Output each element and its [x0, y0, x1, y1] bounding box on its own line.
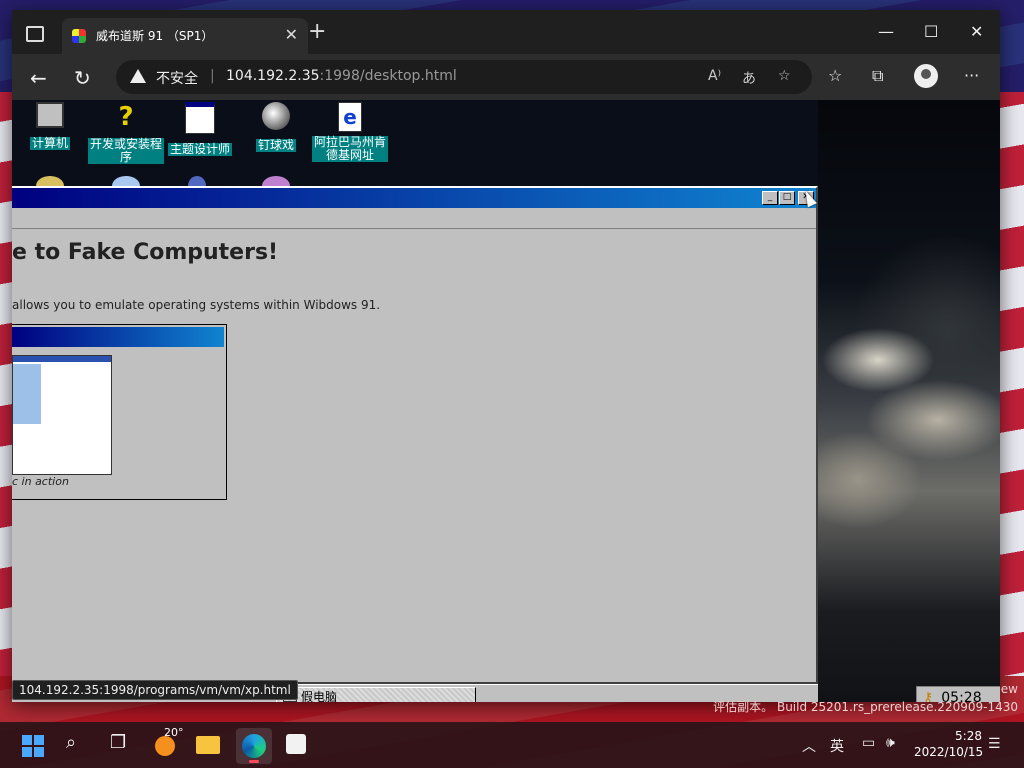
start-icon[interactable]: [22, 735, 44, 757]
chevron-up-icon[interactable]: ︿: [802, 736, 816, 756]
notification-icon[interactable]: ☰: [988, 736, 1001, 752]
close-tab-icon[interactable]: ✕: [285, 25, 298, 44]
read-aloud-icon[interactable]: A⁾: [708, 68, 721, 84]
desktop-icon-label: 钉球戏: [255, 138, 296, 152]
browser-window: 威布道斯 91 （SP1） ✕ + — ☐ ✕ ← ↻ 不安全 | 104.19…: [12, 10, 1000, 702]
evaluation-watermark: 评估副本。 Build 25201.rs_prerelease.220909-1…: [713, 700, 1018, 714]
refresh-icon[interactable]: ↻: [74, 66, 91, 90]
watermark-fragment: ew: [1000, 682, 1018, 696]
desktop-icon-label: 开发或安装程序: [88, 137, 164, 164]
system-clock[interactable]: 5:28 2022/10/15: [914, 728, 984, 760]
setup-icon: ?: [118, 102, 134, 132]
ie-icon: e: [338, 102, 362, 132]
weather-icon[interactable]: [155, 736, 175, 756]
security-label[interactable]: 不安全: [156, 68, 198, 88]
favorites-icon[interactable]: ☆: [828, 66, 842, 85]
url-host: 104.192.2.35: [226, 68, 320, 84]
profile-avatar[interactable]: [914, 64, 938, 88]
url-text[interactable]: 104.192.2.35:1998/desktop.html: [226, 68, 457, 84]
clock-date: 2022/10/15: [914, 745, 984, 759]
minimize-icon[interactable]: —: [878, 22, 894, 41]
link-status-url: 104.192.2.35:1998/programs/vm/vm/xp.html: [12, 680, 298, 700]
url-separator: |: [210, 68, 215, 84]
xp-screenshot-thumbnail: [12, 355, 112, 475]
computer-icon: [36, 102, 64, 128]
figure-caption: c in action: [12, 475, 69, 488]
address-bar[interactable]: 不安全 | 104.192.2.35:1998/desktop.html A⁾ …: [116, 60, 812, 94]
desktop-icon-pinball[interactable]: 钉球戏: [238, 100, 314, 153]
translate-icon[interactable]: あ: [742, 68, 756, 88]
fake-computers-window: _ □ ✕ e to Fake Computers! allows you to…: [12, 186, 818, 684]
desktop-icon-kfc-url[interactable]: e 阿拉巴马州肯德基网址: [312, 100, 388, 163]
desktop-icon-label: 主题设计师: [167, 142, 232, 156]
weather-temp: 20°: [164, 726, 184, 739]
taskbar-button-fake-computer[interactable]: 假电脑: [276, 687, 476, 702]
maximize-icon[interactable]: □: [779, 191, 795, 205]
page-heading: e to Fake Computers!: [12, 240, 279, 265]
theme-window-icon: [185, 102, 215, 134]
figure-titlebar: [12, 327, 224, 347]
description-text: allows you to emulate operating systems …: [12, 298, 381, 312]
back-icon[interactable]: ←: [30, 66, 47, 90]
network-icon[interactable]: ▭: [862, 735, 875, 751]
add-favorite-icon[interactable]: ☆: [778, 68, 791, 84]
clock-time: 5:28: [955, 729, 982, 743]
task-view-icon[interactable]: ❐: [110, 732, 126, 753]
desktop-wallpaper: [818, 100, 1000, 702]
desktop-icon-label: 计算机: [29, 136, 70, 150]
window-menubar: [12, 208, 816, 229]
task-label: 假电脑: [301, 690, 338, 702]
desktop-icon-label: 阿拉巴马州肯德基网址: [312, 135, 388, 162]
ime-indicator[interactable]: 英: [830, 736, 844, 756]
tab-title: 威布道斯 91 （SP1）: [96, 29, 214, 43]
screenshot-figure: c in action: [12, 324, 227, 500]
desktop-icon-setup[interactable]: ? 开发或安装程序: [88, 100, 164, 165]
window-titlebar[interactable]: _ □ ✕: [12, 188, 816, 208]
tab-actions-icon[interactable]: [26, 26, 44, 42]
pinball-icon: [262, 102, 290, 130]
search-icon[interactable]: ⌕: [66, 732, 76, 753]
minimize-icon[interactable]: _: [762, 191, 778, 205]
volume-icon[interactable]: 🕪: [886, 735, 895, 751]
more-menu-icon[interactable]: ···: [964, 66, 979, 85]
close-window-icon[interactable]: ✕: [970, 22, 983, 41]
page-viewport: 计算机 ? 开发或安装程序 主题设计师 钉球戏 e 阿拉巴马州肯德基网址 _ □…: [12, 100, 1000, 702]
tab-wibdows[interactable]: 威布道斯 91 （SP1） ✕: [62, 18, 308, 54]
desktop-icon-theme[interactable]: 主题设计师: [162, 100, 238, 157]
favicon-icon: [72, 29, 86, 43]
tab-bar: 威布道斯 91 （SP1） ✕ + — ☐ ✕: [12, 10, 1000, 54]
address-bar-row: ← ↻ 不安全 | 104.192.2.35:1998/desktop.html…: [12, 54, 1000, 100]
edge-icon: [242, 734, 266, 758]
warning-icon[interactable]: [130, 69, 146, 83]
store-icon[interactable]: [286, 734, 306, 754]
url-path: :1998/desktop.html: [319, 68, 457, 84]
maximize-icon[interactable]: ☐: [924, 22, 938, 41]
collections-icon[interactable]: ⧉: [872, 66, 883, 86]
file-explorer-icon[interactable]: [196, 736, 220, 754]
new-tab-button[interactable]: +: [308, 21, 326, 43]
windows-taskbar: ⌕ ❐ 20° ︿ 英 ▭ 🕪 5:28 2022/10/15 ☰: [0, 722, 1024, 768]
desktop-icon-computer[interactable]: 计算机: [12, 100, 88, 151]
